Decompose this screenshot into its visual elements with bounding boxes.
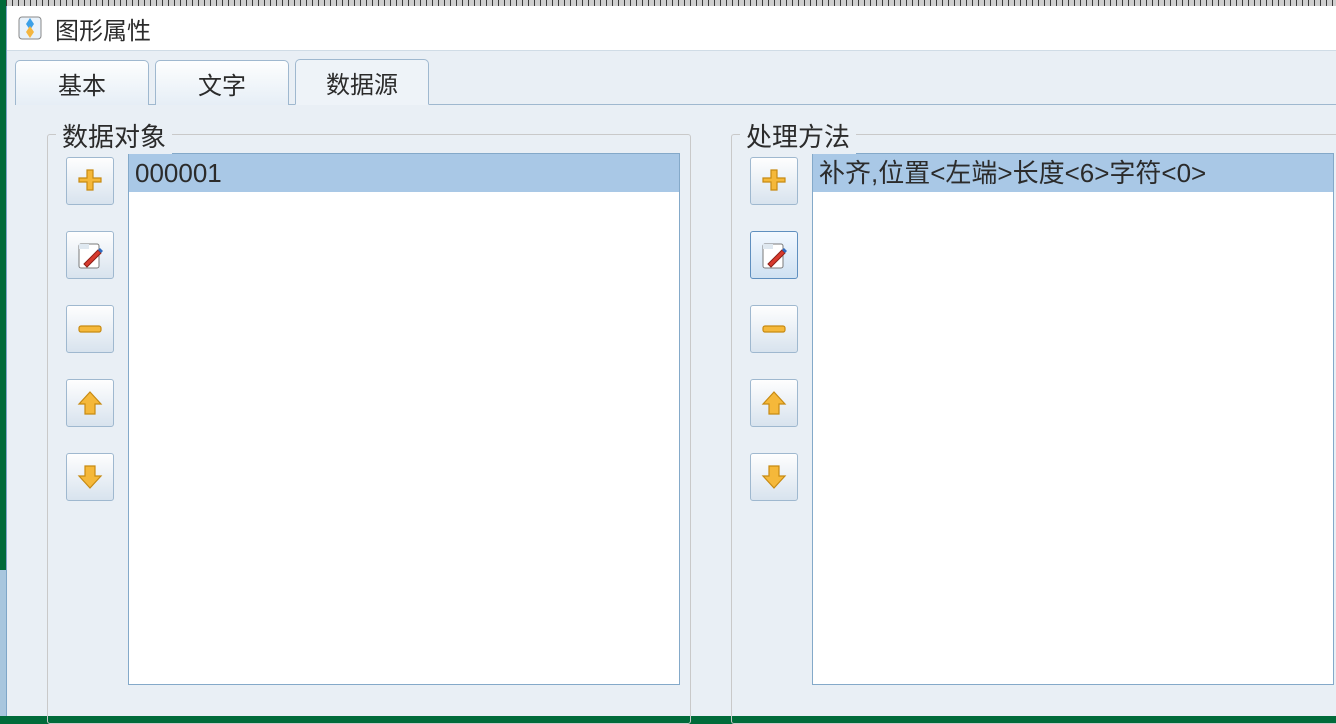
add-data-button[interactable] xyxy=(66,157,114,205)
arrow-down-icon xyxy=(759,462,789,492)
process-method-list[interactable]: 补齐,位置<左端>长度<6>字符<0> xyxy=(812,153,1334,685)
move-up-method-button[interactable] xyxy=(750,379,798,427)
data-object-list[interactable]: 000001 xyxy=(128,153,680,685)
process-method-group: 处理方法 xyxy=(731,134,1336,724)
tab-label: 基本 xyxy=(58,66,106,101)
edit-data-button[interactable] xyxy=(66,231,114,279)
dialog-window: 图形属性 基本 文字 数据源 数据对象 xyxy=(6,6,1336,716)
group-label-data-object: 数据对象 xyxy=(56,117,172,154)
list-item-text: 补齐,位置<左端>长度<6>字符<0> xyxy=(819,158,1206,188)
tab-text[interactable]: 文字 xyxy=(155,60,289,105)
arrow-up-icon xyxy=(75,388,105,418)
list-item[interactable]: 补齐,位置<左端>长度<6>字符<0> xyxy=(813,154,1333,192)
remove-data-button[interactable] xyxy=(66,305,114,353)
list-item-text: 000001 xyxy=(135,158,222,188)
add-method-button[interactable] xyxy=(750,157,798,205)
window-title: 图形属性 xyxy=(55,11,151,46)
minus-icon xyxy=(759,314,789,344)
data-object-toolbar xyxy=(66,153,114,723)
move-up-data-button[interactable] xyxy=(66,379,114,427)
plus-icon xyxy=(75,166,105,196)
process-method-toolbar xyxy=(750,153,798,723)
list-item[interactable]: 000001 xyxy=(129,154,679,192)
plus-icon xyxy=(759,166,789,196)
title-bar: 图形属性 xyxy=(7,6,1336,51)
edit-document-icon xyxy=(75,240,105,270)
tab-datasource[interactable]: 数据源 xyxy=(295,59,429,105)
edit-document-icon xyxy=(759,240,789,270)
remove-method-button[interactable] xyxy=(750,305,798,353)
arrow-down-icon xyxy=(75,462,105,492)
tab-label: 数据源 xyxy=(326,65,398,100)
tab-label: 文字 xyxy=(198,66,246,101)
tab-basic[interactable]: 基本 xyxy=(15,60,149,105)
tab-bar: 基本 文字 数据源 xyxy=(7,57,1336,105)
tab-content: 数据对象 xyxy=(7,110,1336,716)
data-object-group: 数据对象 xyxy=(47,134,691,724)
app-icon xyxy=(17,15,43,41)
move-down-data-button[interactable] xyxy=(66,453,114,501)
move-down-method-button[interactable] xyxy=(750,453,798,501)
edit-method-button[interactable] xyxy=(750,231,798,279)
minus-icon xyxy=(75,314,105,344)
group-label-process-method: 处理方法 xyxy=(740,117,856,154)
arrow-up-icon xyxy=(759,388,789,418)
